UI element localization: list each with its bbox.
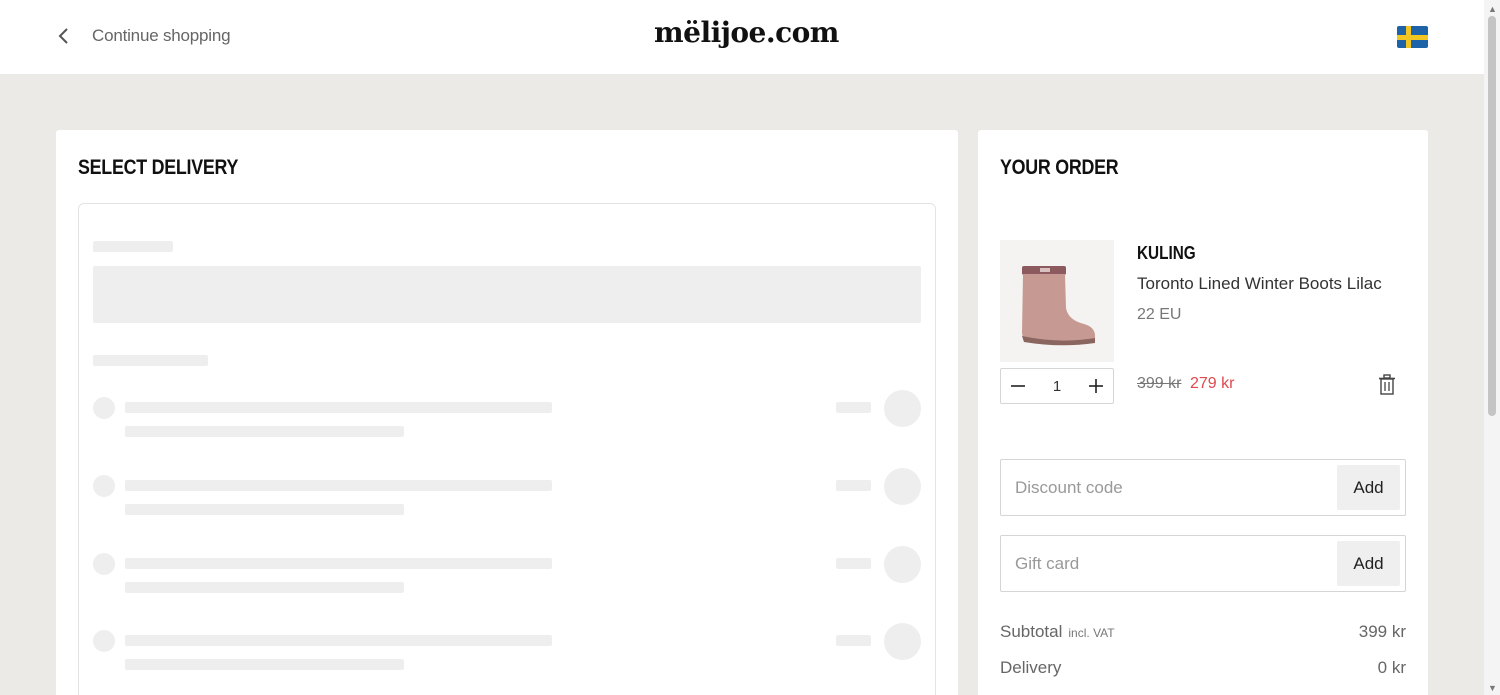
delivery-heading: SELECT DELIVERY: [78, 156, 239, 179]
scroll-up-icon[interactable]: ▲: [1488, 4, 1497, 14]
delivery-loading-skeleton: [78, 203, 936, 695]
original-price: 399 kr: [1137, 375, 1182, 392]
product-image[interactable]: [1000, 240, 1114, 362]
chevron-left-icon: [58, 22, 80, 50]
discount-code-field: Add: [1000, 459, 1406, 516]
discount-add-button[interactable]: Add: [1337, 465, 1400, 510]
sale-price: 279 kr: [1190, 375, 1235, 392]
delivery-value: 0 kr: [1377, 658, 1406, 677]
product-name[interactable]: Toronto Lined Winter Boots Lilac: [1137, 274, 1382, 294]
product-brand[interactable]: KULING: [1137, 243, 1196, 264]
page-scrollbar[interactable]: ▲ ▼: [1484, 0, 1500, 695]
gift-card-input[interactable]: [1001, 536, 1331, 591]
sweden-flag-icon[interactable]: [1397, 26, 1428, 48]
order-panel: YOUR ORDER KULING Toronto Lined Winter B…: [978, 130, 1428, 695]
quantity-value[interactable]: 1: [1053, 378, 1061, 395]
subtotal-row: Subtotal incl. VAT 399 kr: [1000, 622, 1406, 642]
trash-icon[interactable]: [1378, 374, 1398, 398]
increase-quantity-button[interactable]: [1089, 375, 1103, 397]
scroll-down-icon[interactable]: ▼: [1488, 683, 1497, 693]
discount-code-input[interactable]: [1001, 460, 1331, 515]
subtotal-label: Subtotal: [1000, 622, 1063, 641]
delivery-panel: SELECT DELIVERY: [56, 130, 958, 695]
site-logo[interactable]: mëlijoe.com: [654, 16, 839, 49]
continue-shopping-link[interactable]: Continue shopping: [58, 22, 231, 50]
top-bar: Continue shopping mëlijoe.com: [0, 0, 1484, 74]
continue-shopping-label: Continue shopping: [92, 26, 231, 45]
gift-card-field: Add: [1000, 535, 1406, 592]
gift-card-add-button[interactable]: Add: [1337, 541, 1400, 586]
subtotal-value: 399 kr: [1358, 622, 1406, 641]
delivery-row: Delivery 0 kr: [1000, 658, 1406, 678]
decrease-quantity-button[interactable]: [1011, 375, 1025, 397]
order-heading: YOUR ORDER: [1000, 156, 1119, 179]
delivery-label: Delivery: [1000, 658, 1062, 677]
product-size: 22 EU: [1137, 306, 1182, 323]
scrollbar-thumb[interactable]: [1488, 16, 1496, 416]
subtotal-vat-note: incl. VAT: [1068, 626, 1115, 640]
quantity-stepper: 1: [1000, 368, 1114, 404]
